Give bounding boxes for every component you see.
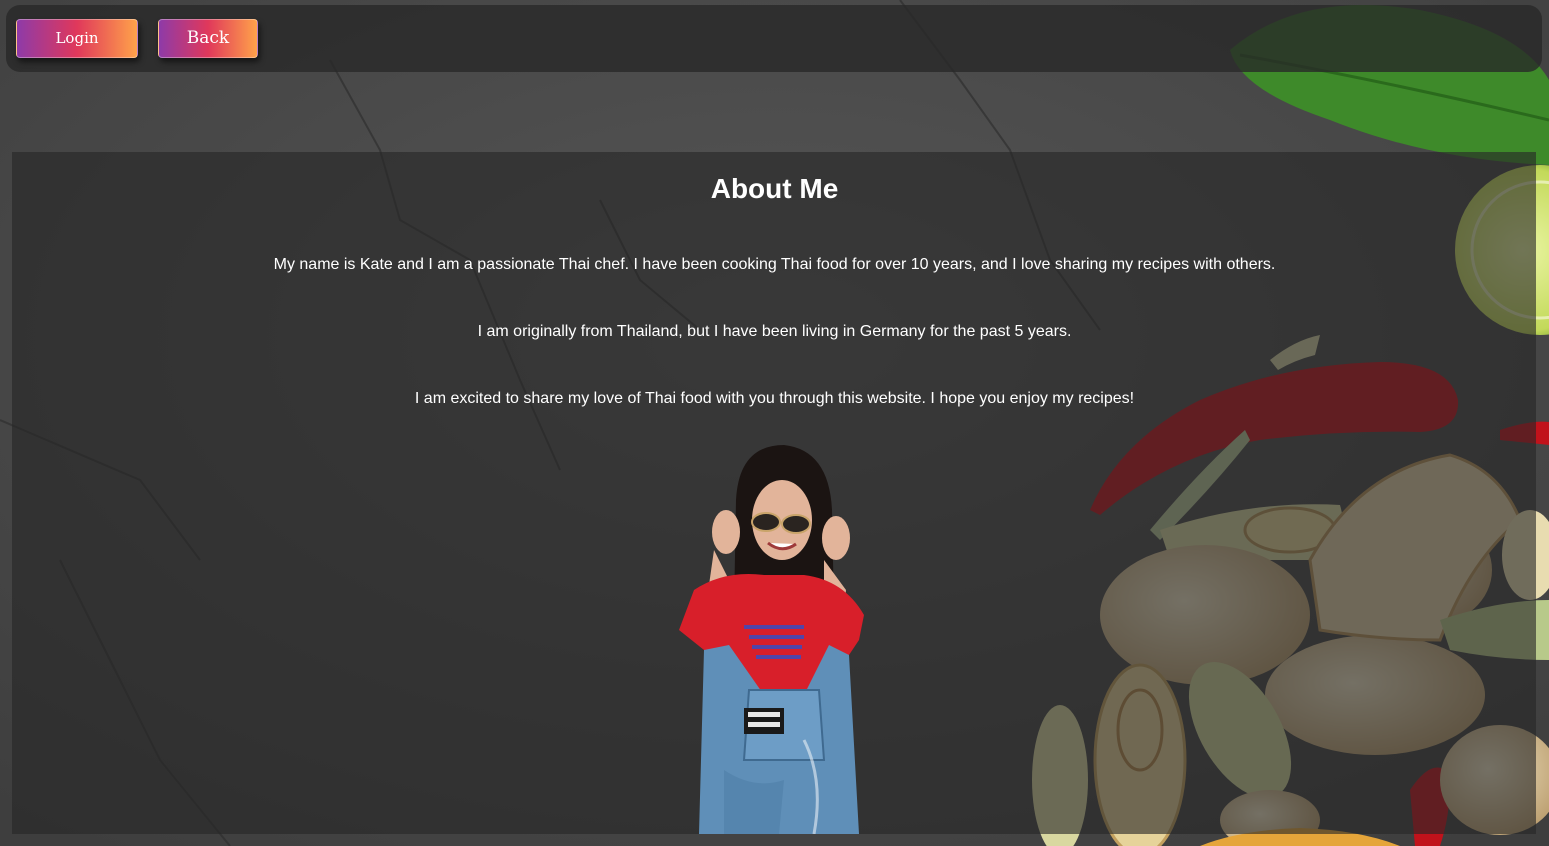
chef-photo [679, 445, 864, 834]
about-paragraph-3: I am excited to share my love of Thai fo… [414, 390, 1135, 407]
about-paragraph-2: I am originally from Thailand, but I hav… [477, 323, 1072, 340]
about-paragraph-1: My name is Kate and I am a passionate Th… [273, 256, 1276, 273]
login-button[interactable]: Login [16, 19, 138, 58]
back-button[interactable]: Back [158, 19, 258, 58]
page-title: About Me [710, 173, 839, 204]
